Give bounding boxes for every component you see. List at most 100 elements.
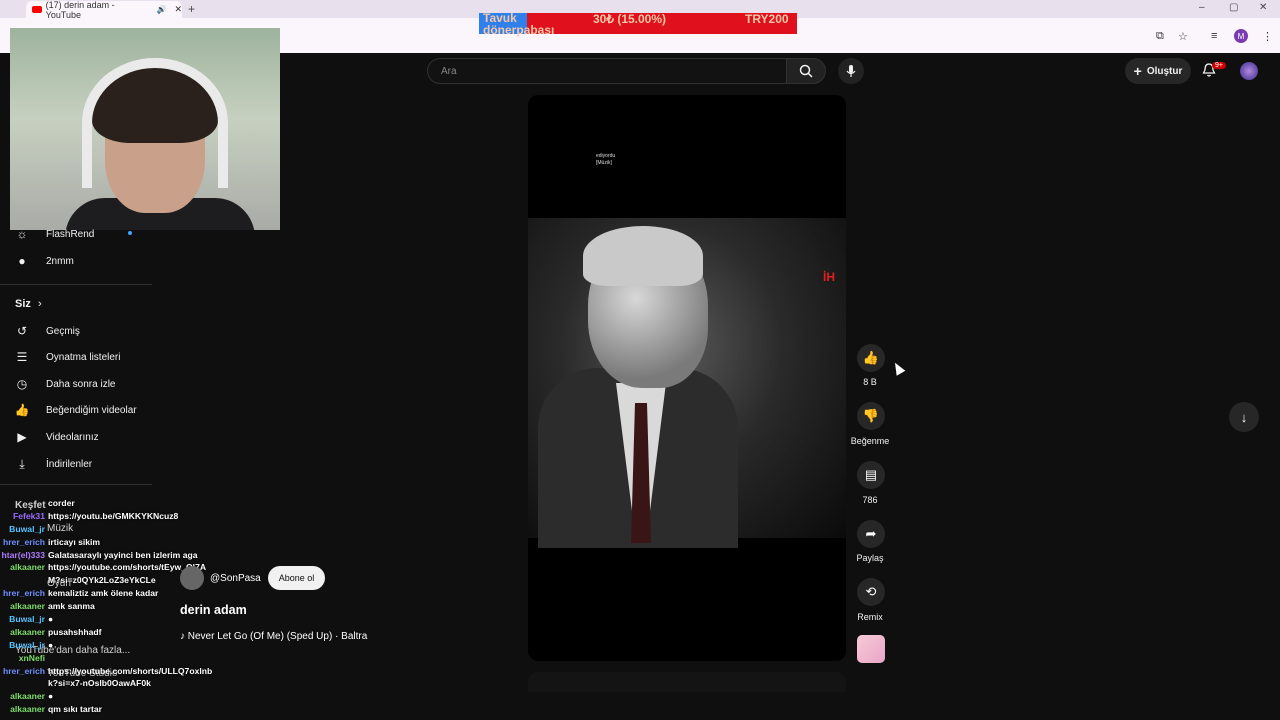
- sidebar-divider: [0, 284, 152, 285]
- maximize-button[interactable]: ▢: [1229, 2, 1238, 13]
- shorts-player[interactable]: ediyordu [Müzik] İH: [528, 95, 846, 661]
- chat-text: k?si=x7-nOslb0OawAF0k: [48, 678, 151, 689]
- webcam-overlay: [10, 28, 280, 230]
- dislike-button[interactable]: 👎: [857, 402, 885, 430]
- channel-name[interactable]: @SonPasa: [210, 573, 261, 584]
- new-tab-button[interactable]: +: [188, 2, 195, 16]
- sidebar-item-label: 2nmm: [46, 255, 74, 267]
- history-icon: ↺: [16, 324, 28, 338]
- comment-icon: ▤: [864, 467, 878, 482]
- window-close-button[interactable]: ✕: [1259, 2, 1267, 13]
- chat-username: Buwal_jr: [9, 614, 45, 625]
- browser-menu-icon[interactable]: ⋮: [1262, 30, 1273, 43]
- chat-username: xnNefi: [18, 652, 45, 663]
- chat-username: alkaaner: [10, 691, 45, 702]
- chat-message: hrer_erich kemaliztiz amk ölene kadar: [0, 588, 230, 601]
- sidebar-you-heading[interactable]: Siz ›: [15, 298, 42, 310]
- chat-text: ●: [48, 639, 54, 650]
- chat-username: alkaaner: [10, 601, 45, 612]
- chat-username: hrer_erich: [2, 665, 45, 676]
- chat-username: Fefek31: [12, 510, 45, 521]
- chat-username: alkaaner: [10, 562, 45, 573]
- chevron-right-icon: ›: [37, 298, 42, 310]
- thumbs-down-icon: 👎: [862, 408, 880, 423]
- chat-username: htar(el)333: [1, 549, 45, 560]
- your-videos-icon: ▶: [17, 430, 27, 444]
- channel-avatar[interactable]: [180, 566, 204, 590]
- chat-message: alkaaner qm sıkı tartar: [0, 704, 230, 717]
- sidebar-subscription-2nmm[interactable]: ● 2nmm: [14, 250, 74, 272]
- sidebar-item-downloads[interactable]: ⤓ İndirilenler: [14, 453, 92, 475]
- tab-close-icon[interactable]: ✕: [174, 4, 182, 15]
- chat-text: pusahshhadf: [48, 626, 102, 637]
- thumbs-up-icon: 👍: [14, 403, 30, 417]
- chat-text: corder: [48, 498, 75, 508]
- audio-icon[interactable]: 🔊: [156, 5, 166, 14]
- media-controls-icon[interactable]: ≡: [1211, 30, 1217, 42]
- webcam-headset: [82, 58, 228, 188]
- remix-button[interactable]: ⟲: [857, 578, 885, 606]
- chat-message: Buwal_jr: [0, 524, 230, 537]
- search-icon: [799, 64, 813, 78]
- minimize-button[interactable]: –: [1199, 2, 1205, 13]
- share-button[interactable]: ➦: [857, 520, 885, 548]
- arrow-down-icon: ↓: [1240, 409, 1248, 425]
- sound-thumbnail[interactable]: [857, 635, 885, 663]
- search-input[interactable]: Ara: [427, 58, 787, 84]
- music-link[interactable]: ♪ Never Let Go (Of Me) (Sped Up) · Baltr…: [180, 631, 367, 642]
- playlists-icon: ☰: [16, 350, 28, 364]
- sidebar-item-your-videos[interactable]: ▶ Videolarınız: [14, 426, 99, 448]
- chat-username: Buwal_jr: [9, 639, 45, 650]
- donation-amount: 30₺ (15.00%): [593, 12, 667, 26]
- mic-icon: [846, 65, 856, 77]
- sidebar-item-label: Videolarınız: [46, 431, 99, 443]
- short-title: derin adam: [180, 603, 247, 617]
- sidebar-item-history[interactable]: ↺ Geçmiş: [14, 320, 80, 342]
- sidebar-item-label: FlashRend: [46, 228, 95, 240]
- chat-username: alkaaner: [10, 704, 45, 715]
- chat-text: https://youtu.be/GMKKYKNcuz8: [48, 510, 179, 521]
- sidebar-item-label: Beğendiğim videolar: [46, 404, 137, 416]
- comment-count: 786: [862, 495, 878, 505]
- create-button[interactable]: + Oluştur: [1125, 58, 1191, 84]
- like-button[interactable]: 👍: [857, 344, 885, 372]
- chat-text: Galatasaraylı yayinci ben izlerim aga: [48, 549, 198, 560]
- chat-message: k?si=x7-nOslb0OawAF0k: [0, 678, 230, 691]
- sidebar-item-playlists[interactable]: ☰ Oynatma listeleri: [14, 346, 121, 368]
- chat-text: https://youtube.com/shorts/ULLQ7oxlnb: [48, 665, 213, 676]
- next-short-preview[interactable]: [528, 672, 846, 692]
- plus-icon: +: [1133, 63, 1142, 79]
- chat-text: kemaliztiz amk ölene kadar: [48, 588, 159, 599]
- browser-profile-avatar[interactable]: M: [1234, 29, 1248, 43]
- account-avatar[interactable]: [1240, 62, 1258, 80]
- chat-message: corder: [0, 498, 230, 511]
- bookmark-star-icon[interactable]: ☆: [1178, 30, 1188, 43]
- chat-text: ●: [48, 691, 54, 702]
- search-button[interactable]: [786, 58, 826, 84]
- channel-avatar-icon: ☼: [16, 227, 28, 241]
- install-app-icon[interactable]: ⧉: [1156, 30, 1164, 43]
- next-short-button[interactable]: ↓: [1229, 402, 1259, 432]
- create-label: Oluştur: [1146, 65, 1183, 77]
- comments-button[interactable]: ▤: [857, 461, 885, 489]
- caption-line: [Müzik]: [596, 160, 612, 166]
- sidebar-item-liked-videos[interactable]: 👍 Beğendiğim videolar: [14, 399, 137, 421]
- tab-title: (17) derin adam - YouTube: [45, 0, 115, 20]
- subscribe-button[interactable]: Abone ol: [268, 566, 325, 590]
- chat-text: irticayı sikim: [48, 536, 101, 547]
- chat-message: htar(el)333 Galatasaraylı yayinci ben izl…: [0, 550, 230, 563]
- voice-search-button[interactable]: [838, 58, 864, 84]
- sidebar-subscription-flashrend[interactable]: ☼ FlashRend: [14, 223, 95, 245]
- chat-message: xnNefi: [0, 653, 230, 666]
- donation-goal-bar: Tavuk dönerpabası 30₺ (15.00%) TRY200: [479, 12, 797, 36]
- browser-tab[interactable]: (17) derin adam - YouTube 🔊 ✕: [26, 0, 182, 20]
- chat-text: ●: [48, 614, 54, 625]
- sidebar-item-label: Oynatma listeleri: [46, 351, 121, 363]
- sidebar-item-watch-later[interactable]: ◷ Daha sonra izle: [14, 373, 116, 395]
- channel-avatar-icon: ●: [18, 254, 26, 268]
- chat-message: hrer_erich https://youtube.com/shorts/ULL…: [0, 666, 230, 679]
- chat-message: Fefek31 https://youtu.be/GMKKYKNcuz8: [0, 511, 230, 524]
- video-figure-hair: [583, 226, 703, 286]
- notification-badge: 9+: [1212, 62, 1226, 69]
- chat-text: qm sıkı tartar: [48, 704, 102, 715]
